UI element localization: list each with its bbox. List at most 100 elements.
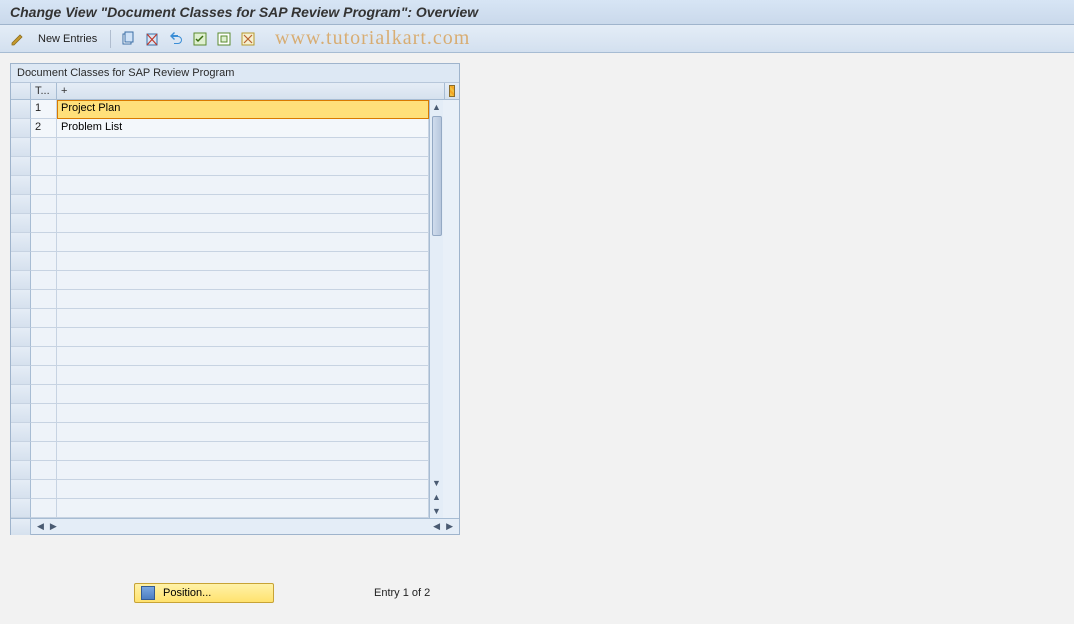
row-header[interactable] <box>11 100 31 119</box>
cell-desc[interactable] <box>57 252 429 271</box>
cell-tid[interactable] <box>31 214 57 233</box>
column-header-tid[interactable]: T... <box>31 83 57 99</box>
row-header[interactable] <box>11 480 31 499</box>
cell-desc[interactable] <box>57 290 429 309</box>
hscroll-right-icon[interactable]: ◀ <box>431 521 442 532</box>
cell-desc[interactable] <box>57 214 429 233</box>
copy-icon[interactable] <box>118 29 138 49</box>
cell-desc[interactable]: Project Plan <box>57 100 429 119</box>
cell-desc[interactable] <box>57 385 429 404</box>
table-row[interactable] <box>11 214 429 233</box>
row-header[interactable] <box>11 157 31 176</box>
cell-tid[interactable] <box>31 138 57 157</box>
cell-desc[interactable] <box>57 461 429 480</box>
cell-tid[interactable] <box>31 157 57 176</box>
position-button[interactable]: Position... <box>134 583 274 603</box>
table-row[interactable] <box>11 157 429 176</box>
row-header[interactable] <box>11 385 31 404</box>
row-header[interactable] <box>11 347 31 366</box>
select-block-icon[interactable] <box>214 29 234 49</box>
cell-desc[interactable] <box>57 138 429 157</box>
table-row[interactable] <box>11 385 429 404</box>
cell-tid[interactable] <box>31 442 57 461</box>
table-row[interactable]: 2Problem List <box>11 119 429 138</box>
cell-desc[interactable]: Problem List <box>57 119 429 138</box>
cell-desc[interactable] <box>57 195 429 214</box>
table-row[interactable] <box>11 423 429 442</box>
new-entries-button[interactable]: New Entries <box>32 29 103 49</box>
row-header[interactable] <box>11 404 31 423</box>
row-header[interactable] <box>11 119 31 138</box>
table-settings-button[interactable] <box>445 83 459 99</box>
row-header[interactable] <box>11 442 31 461</box>
row-header[interactable] <box>11 271 31 290</box>
cell-tid[interactable] <box>31 404 57 423</box>
cell-tid[interactable] <box>31 252 57 271</box>
scroll-down-icon[interactable]: ▼ <box>431 476 443 490</box>
cell-desc[interactable] <box>57 423 429 442</box>
cell-tid[interactable] <box>31 176 57 195</box>
table-row[interactable] <box>11 480 429 499</box>
cell-tid[interactable] <box>31 423 57 442</box>
cell-desc[interactable] <box>57 480 429 499</box>
cell-tid[interactable] <box>31 366 57 385</box>
scroll-thumb[interactable] <box>432 116 442 236</box>
toggle-edit-icon[interactable] <box>8 29 28 49</box>
cell-tid[interactable] <box>31 480 57 499</box>
table-row[interactable] <box>11 442 429 461</box>
row-header[interactable] <box>11 328 31 347</box>
deselect-all-icon[interactable] <box>238 29 258 49</box>
table-row[interactable] <box>11 195 429 214</box>
scroll-up-icon[interactable]: ▲ <box>431 100 443 114</box>
cell-desc[interactable] <box>57 233 429 252</box>
cell-desc[interactable] <box>57 271 429 290</box>
row-header[interactable] <box>11 176 31 195</box>
cell-desc[interactable] <box>57 176 429 195</box>
table-row[interactable] <box>11 347 429 366</box>
column-header-desc[interactable]: + <box>57 83 445 99</box>
cell-tid[interactable] <box>31 499 57 518</box>
row-header[interactable] <box>11 309 31 328</box>
cell-desc[interactable] <box>57 328 429 347</box>
cell-desc[interactable] <box>57 499 429 518</box>
cell-tid[interactable] <box>31 385 57 404</box>
cell-tid[interactable] <box>31 271 57 290</box>
cell-tid[interactable] <box>31 233 57 252</box>
cell-tid[interactable] <box>31 290 57 309</box>
cell-desc[interactable] <box>57 309 429 328</box>
cell-tid[interactable] <box>31 309 57 328</box>
table-row[interactable]: 1Project Plan <box>11 100 429 119</box>
cell-desc[interactable] <box>57 347 429 366</box>
table-row[interactable] <box>11 328 429 347</box>
table-row[interactable] <box>11 366 429 385</box>
vertical-scrollbar[interactable]: ▲ ▼ ▲ ▼ <box>429 100 443 518</box>
row-header[interactable] <box>11 214 31 233</box>
row-header[interactable] <box>11 366 31 385</box>
row-header[interactable] <box>11 499 31 518</box>
table-row[interactable] <box>11 271 429 290</box>
table-row[interactable] <box>11 138 429 157</box>
row-header[interactable] <box>11 423 31 442</box>
cell-tid[interactable] <box>31 195 57 214</box>
horizontal-scrollbar[interactable]: ◀ ▶ ◀ ▶ <box>11 518 459 534</box>
row-header[interactable] <box>11 138 31 157</box>
cell-tid[interactable] <box>31 328 57 347</box>
cell-tid[interactable] <box>31 347 57 366</box>
table-row[interactable] <box>11 252 429 271</box>
scroll-up2-icon[interactable]: ▲ <box>431 490 443 504</box>
row-header[interactable] <box>11 461 31 480</box>
table-row[interactable] <box>11 309 429 328</box>
scroll-down2-icon[interactable]: ▼ <box>431 504 443 518</box>
hscroll-left-icon[interactable]: ▶ <box>48 521 59 532</box>
cell-tid[interactable]: 1 <box>31 100 57 119</box>
row-header[interactable] <box>11 252 31 271</box>
table-row[interactable] <box>11 290 429 309</box>
table-row[interactable] <box>11 499 429 518</box>
cell-desc[interactable] <box>57 157 429 176</box>
row-header-blank[interactable] <box>11 83 31 99</box>
cell-desc[interactable] <box>57 404 429 423</box>
hscroll-right-fast-icon[interactable]: ▶ <box>444 521 455 532</box>
cell-tid[interactable] <box>31 461 57 480</box>
row-header[interactable] <box>11 290 31 309</box>
table-row[interactable] <box>11 404 429 423</box>
